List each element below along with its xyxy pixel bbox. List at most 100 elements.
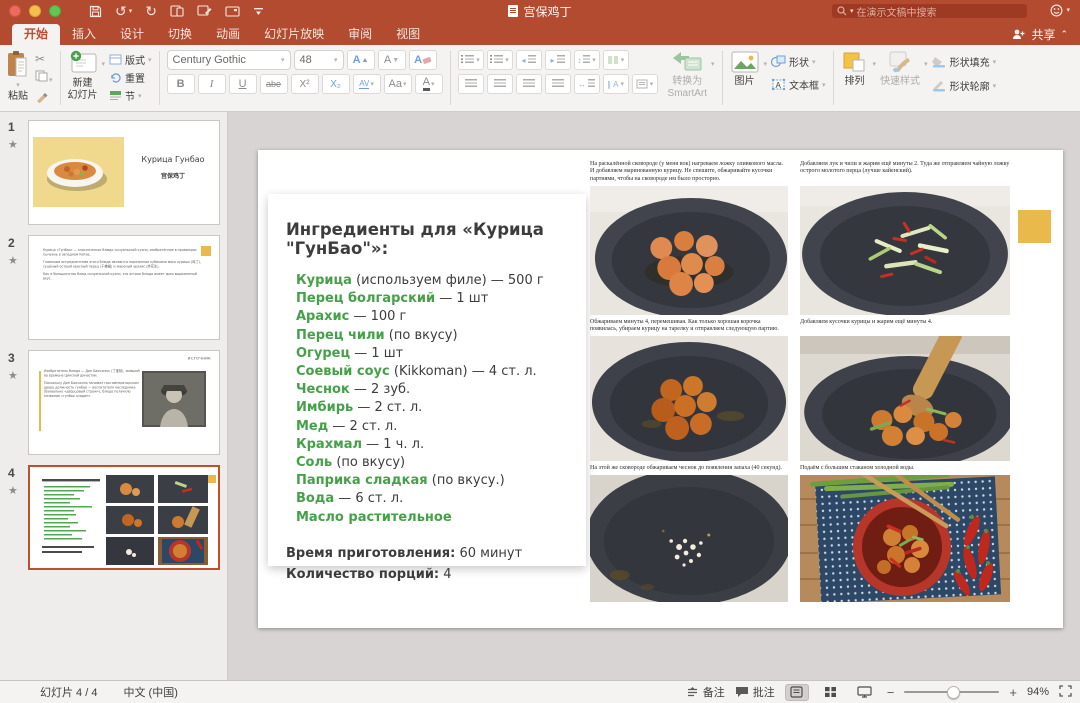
zoom-slider[interactable] bbox=[904, 691, 999, 693]
superscript-button[interactable]: X² bbox=[291, 74, 319, 94]
text-direction-button[interactable]: ∥A▾ bbox=[603, 74, 629, 94]
tab-view[interactable]: 视图 bbox=[384, 24, 432, 45]
textbox-button[interactable]: A 文本框▾ bbox=[771, 77, 826, 92]
align-right-button[interactable] bbox=[516, 74, 542, 94]
print-preview-icon[interactable] bbox=[170, 5, 184, 17]
redo-icon[interactable]: ↻ bbox=[145, 4, 157, 18]
quick-styles-button[interactable]: 快速样式 bbox=[880, 50, 920, 88]
convert-to-smartart-button[interactable]: 转换为SmartArt bbox=[668, 50, 707, 99]
share-button[interactable]: 共享 ⌃ bbox=[1012, 26, 1068, 43]
clear-formatting-button[interactable]: A bbox=[409, 50, 437, 70]
distribute-button[interactable]: ↔ bbox=[574, 74, 600, 94]
reset-button[interactable]: 重置 bbox=[109, 70, 152, 85]
strikethrough-button[interactable]: abe bbox=[260, 74, 288, 94]
underline-button[interactable]: U bbox=[229, 74, 257, 94]
subscript-button[interactable]: X₂ bbox=[322, 74, 350, 94]
feedback-smiley-icon[interactable]: ▾ bbox=[1050, 4, 1070, 17]
step-4-cell: Добавляем кусочки курицы и жарим ещё мин… bbox=[800, 315, 1010, 461]
italic-button[interactable]: I bbox=[198, 74, 226, 94]
new-comment-icon[interactable] bbox=[225, 6, 240, 17]
ingredients-block[interactable]: Ингредиенты для «Курица "ГунБао"»: Куриц… bbox=[268, 194, 586, 566]
font-size-select[interactable]: 48▾ bbox=[294, 50, 344, 70]
tab-transitions[interactable]: 切换 bbox=[156, 24, 204, 45]
slide-4-thumbnail-selected[interactable] bbox=[28, 465, 220, 570]
zoom-window-button[interactable] bbox=[49, 5, 61, 17]
increase-indent-button[interactable]: ▸ bbox=[545, 50, 571, 70]
slide-2-thumbnail[interactable]: Курица «Гунбао» — классическое блюдо сыч… bbox=[28, 235, 220, 340]
bold-button[interactable]: B bbox=[167, 74, 195, 94]
zoom-in-button[interactable]: + bbox=[1009, 685, 1017, 700]
bullets-button[interactable]: ▾ bbox=[458, 50, 484, 70]
font-name-select[interactable]: Century Gothic▾ bbox=[167, 50, 291, 70]
normal-view-icon bbox=[790, 686, 803, 698]
step-2-photo bbox=[800, 186, 1010, 315]
thumb1-subtitle: 宫保鸡丁 bbox=[129, 171, 217, 180]
ingredient-row: Перец болгарский — 1 шт bbox=[296, 290, 586, 308]
slideshow-view-button[interactable] bbox=[853, 684, 877, 701]
search-input[interactable]: ▾ 在演示文稿中搜索 bbox=[832, 4, 1027, 18]
align-left-button[interactable] bbox=[458, 74, 484, 94]
section-button[interactable]: 节▾ bbox=[109, 88, 152, 103]
normal-view-button[interactable] bbox=[785, 684, 809, 701]
save-icon[interactable] bbox=[89, 5, 102, 18]
new-slide-icon bbox=[68, 50, 98, 76]
copy-icon[interactable]: ▾ bbox=[35, 69, 53, 87]
toolbar-options-icon[interactable] bbox=[253, 7, 264, 16]
zoom-slider-knob[interactable] bbox=[947, 686, 960, 699]
zoom-percentage[interactable]: 94% bbox=[1027, 686, 1049, 698]
new-slide-button[interactable]: 新建幻灯片 bbox=[68, 50, 98, 101]
notes-toggle[interactable]: 备注 bbox=[686, 684, 725, 700]
slide-1-thumbnail[interactable]: Курица Гунбао 宫保鸡丁 bbox=[28, 120, 220, 225]
search-scope-caret-icon: ▾ bbox=[850, 8, 854, 15]
picture-button[interactable]: 图片 bbox=[730, 50, 760, 88]
justify-button[interactable] bbox=[545, 74, 571, 94]
minimize-window-button[interactable] bbox=[29, 5, 41, 17]
decrease-indent-button[interactable]: ◂ bbox=[516, 50, 542, 70]
format-brush-icon[interactable] bbox=[35, 90, 53, 108]
tab-review[interactable]: 审阅 bbox=[336, 24, 384, 45]
comments-toggle[interactable]: 批注 bbox=[735, 684, 775, 700]
undo-icon[interactable]: ↺▾ bbox=[115, 4, 132, 18]
shape-fill-button[interactable]: 形状填充▾ bbox=[932, 54, 997, 69]
grow-font-button[interactable]: A▲ bbox=[347, 50, 375, 70]
format-painter-icon[interactable] bbox=[197, 5, 212, 17]
cut-icon[interactable]: ✂ bbox=[35, 52, 53, 66]
tab-design[interactable]: 设计 bbox=[108, 24, 156, 45]
tab-slideshow[interactable]: 幻灯片放映 bbox=[252, 24, 336, 45]
align-text-button[interactable]: ▾ bbox=[632, 74, 658, 94]
columns-button[interactable]: ▾ bbox=[603, 50, 629, 70]
shapes-button[interactable]: 形状▾ bbox=[771, 54, 826, 69]
shape-outline-button[interactable]: 形状轮廓▾ bbox=[932, 78, 997, 93]
paragraph-group: ▾ ▾ ◂ ▸ ↕▾ ▾ ↔ ∥A▾ ▾ bbox=[453, 45, 720, 111]
thumb2-paragraph: Как и большинство блюд сычуаньской кухни… bbox=[43, 272, 203, 281]
align-center-button[interactable] bbox=[487, 74, 513, 94]
paste-button[interactable]: ▾ 粘贴 bbox=[5, 50, 31, 103]
font-color-button[interactable]: A▾ bbox=[415, 74, 443, 94]
layout-button[interactable]: 版式▾ bbox=[109, 52, 152, 67]
line-spacing-button[interactable]: ↕▾ bbox=[574, 50, 600, 70]
slide-canvas[interactable]: Ингредиенты для «Курица "ГунБао"»: Куриц… bbox=[228, 112, 1080, 680]
tab-insert[interactable]: 插入 bbox=[60, 24, 108, 45]
shrink-font-button[interactable]: A▼ bbox=[378, 50, 406, 70]
numbering-button[interactable]: ▾ bbox=[487, 50, 513, 70]
slide-3-thumbnail[interactable]: ИСТОЧНИК Изобретатель блюда — Дин Баочжэ… bbox=[28, 350, 220, 455]
dish-photo-thumb bbox=[33, 137, 124, 207]
fit-slide-button[interactable] bbox=[1059, 685, 1072, 700]
collapse-ribbon-icon[interactable]: ⌃ bbox=[1060, 29, 1068, 40]
current-slide[interactable]: Ингредиенты для «Курица "ГунБао"»: Куриц… bbox=[258, 150, 1063, 628]
step-3-cell: Обжариваем минуты 4, перемешивая. Как то… bbox=[590, 315, 788, 461]
ingredient-row: Курица (используем филе) — 500 г bbox=[296, 272, 586, 290]
language-indicator[interactable]: 中文 (中国) bbox=[123, 684, 177, 700]
change-case-button[interactable]: Aa▾ bbox=[384, 74, 412, 94]
character-spacing-button[interactable]: AV▾ bbox=[353, 74, 381, 94]
fit-to-window-icon bbox=[1059, 685, 1072, 697]
ingredient-row: Огурец — 1 шт bbox=[296, 345, 586, 363]
zoom-out-button[interactable]: − bbox=[887, 685, 895, 700]
slide-sorter-view-button[interactable] bbox=[819, 684, 843, 701]
arrange-button[interactable]: 排列 bbox=[841, 50, 869, 88]
close-window-button[interactable] bbox=[9, 5, 21, 17]
tab-home[interactable]: 开始 bbox=[12, 24, 60, 45]
ingredient-row: Масло растительное bbox=[296, 509, 586, 527]
tab-animations[interactable]: 动画 bbox=[204, 24, 252, 45]
insert-group: 图片 ▾ 形状▾ A 文本框▾ bbox=[725, 45, 831, 111]
